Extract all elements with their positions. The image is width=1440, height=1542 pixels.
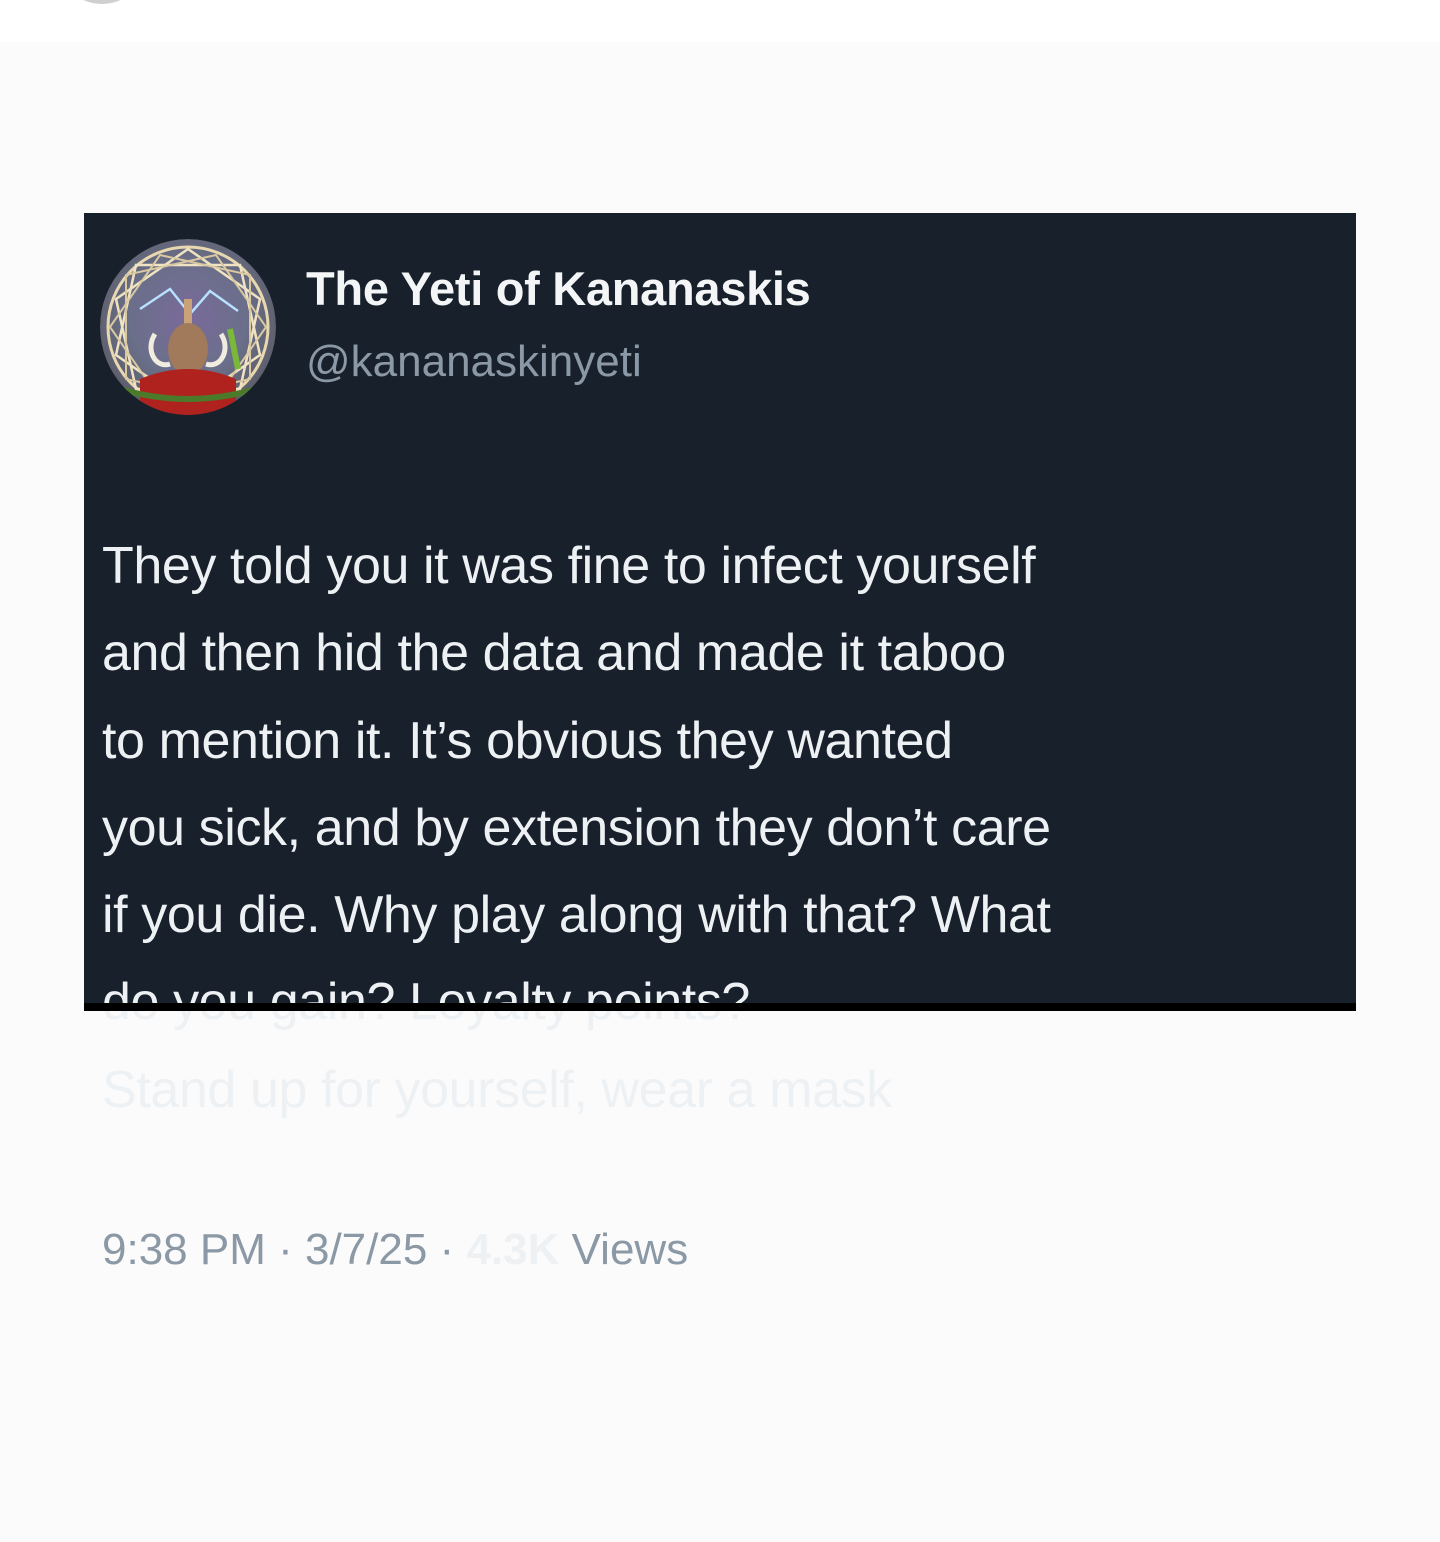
author-display-name[interactable]: The Yeti of Kananaskis xyxy=(306,261,811,316)
top-strip xyxy=(0,0,1440,42)
yeti-mandala-avatar-icon[interactable] xyxy=(100,239,276,415)
tweet-text-line: They told you it was fine to infect your… xyxy=(102,537,1036,595)
views-label: Views xyxy=(559,1225,689,1274)
views-count[interactable]: 4.3K xyxy=(466,1225,559,1274)
card-bottom-border xyxy=(84,1003,1356,1011)
tweet-time[interactable]: 9:38 PM xyxy=(102,1225,266,1274)
meta-separator: · xyxy=(265,1225,305,1274)
tweet-card: The Yeti of Kananaskis @kananaskinyeti T… xyxy=(84,213,1356,1119)
tweet-date[interactable]: 3/7/25 xyxy=(305,1225,427,1274)
tweet-text-line: to mention it. It’s obvious they wanted xyxy=(102,711,953,770)
author-handle[interactable]: @kananaskinyeti xyxy=(306,337,642,387)
tweet-text-line: Stand up for yourself, wear a mask xyxy=(102,1060,892,1119)
tweet-text-line: and then hid the data and made it taboo xyxy=(102,624,1006,683)
tweet-text-line: you sick, and by extension they don’t ca… xyxy=(102,798,1051,857)
tweet-text-line: if you die. Why play along with that? Wh… xyxy=(102,886,1051,945)
tweet-meta: 9:38 PM · 3/7/25 · 4.3K Views xyxy=(102,1225,688,1275)
meta-separator: · xyxy=(427,1225,467,1274)
tweet-text: They told you it was fine to infect your… xyxy=(102,523,1352,1134)
cropped-avatar-edge xyxy=(72,0,132,4)
